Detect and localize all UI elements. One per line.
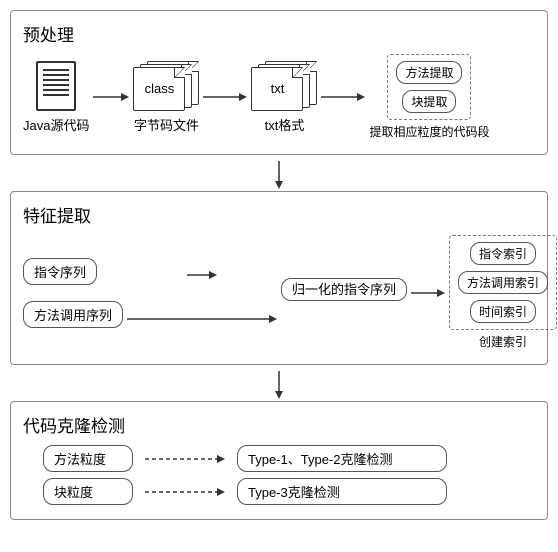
arrow-right-icon [407, 286, 449, 300]
method-gran-pill: 方法粒度 [43, 445, 133, 472]
method-extract-pill: 方法提取 [396, 61, 462, 84]
dashed-arrow-right-icon [141, 452, 229, 466]
class-label: class [145, 81, 175, 96]
bytecode-node: class 字节码文件 [133, 61, 199, 134]
arrow-right-icon [317, 90, 369, 104]
arrow-down-icon [10, 371, 548, 399]
txt-caption: txt格式 [265, 115, 305, 134]
stage-preprocessing: 预处理 Java源代码 class 字节码文件 txt txt格式 [10, 10, 548, 155]
java-source-node: Java源代码 [23, 61, 89, 134]
stage1-title: 预处理 [23, 21, 535, 46]
type12-pill: Type-1、Type-2克隆检测 [237, 445, 447, 472]
arrow-right-icon [123, 262, 281, 288]
instr-seq-pill: 指令序列 [23, 258, 97, 285]
block-extract-pill: 块提取 [402, 90, 456, 113]
arrow-right-icon [89, 90, 133, 104]
index-dashed-box: 指令索引 方法调用索引 时间索引 [449, 235, 557, 330]
txt-label: txt [271, 81, 285, 96]
call-seq-pill: 方法调用序列 [23, 301, 123, 328]
stage3-title: 代码克隆检测 [23, 412, 535, 437]
stage-feature-extraction: 特征提取 指令序列 方法调用序列 归一化的指令序列 指令索引 方法调用索引 [10, 191, 548, 365]
document-icon [36, 61, 76, 111]
arrow-right-icon [199, 90, 251, 104]
call-index-pill: 方法调用索引 [458, 271, 548, 294]
norm-seq-label: 归一化的指令序列 [292, 282, 396, 297]
arrow-down-icon [10, 161, 548, 189]
bytecode-caption: 字节码文件 [134, 115, 199, 134]
extract-caption: 提取相应粒度的代码段 [369, 123, 489, 140]
dashed-arrow-right-icon [141, 485, 229, 499]
extract-dashed-box: 方法提取 块提取 [387, 54, 471, 120]
extract-group: 方法提取 块提取 提取相应粒度的代码段 [369, 54, 489, 140]
time-index-pill: 时间索引 [470, 300, 536, 323]
instr-index-pill: 指令索引 [470, 242, 536, 265]
norm-seq-pill: 归一化的指令序列 [281, 278, 407, 302]
java-source-caption: Java源代码 [23, 115, 89, 134]
index-group: 指令索引 方法调用索引 时间索引 创建索引 [449, 235, 557, 350]
txt-node: txt txt格式 [251, 61, 317, 134]
file-stack-icon: txt [251, 61, 317, 111]
type3-pill: Type-3克隆检测 [237, 478, 447, 505]
arrow-right-icon [123, 288, 281, 324]
stage-clone-detection: 代码克隆检测 方法粒度 Type-1、Type-2克隆检测 块粒度 Type-3… [10, 401, 548, 520]
block-gran-pill: 块粒度 [43, 478, 133, 505]
stage2-title: 特征提取 [23, 202, 535, 227]
index-caption: 创建索引 [479, 333, 527, 350]
file-stack-icon: class [133, 61, 199, 111]
